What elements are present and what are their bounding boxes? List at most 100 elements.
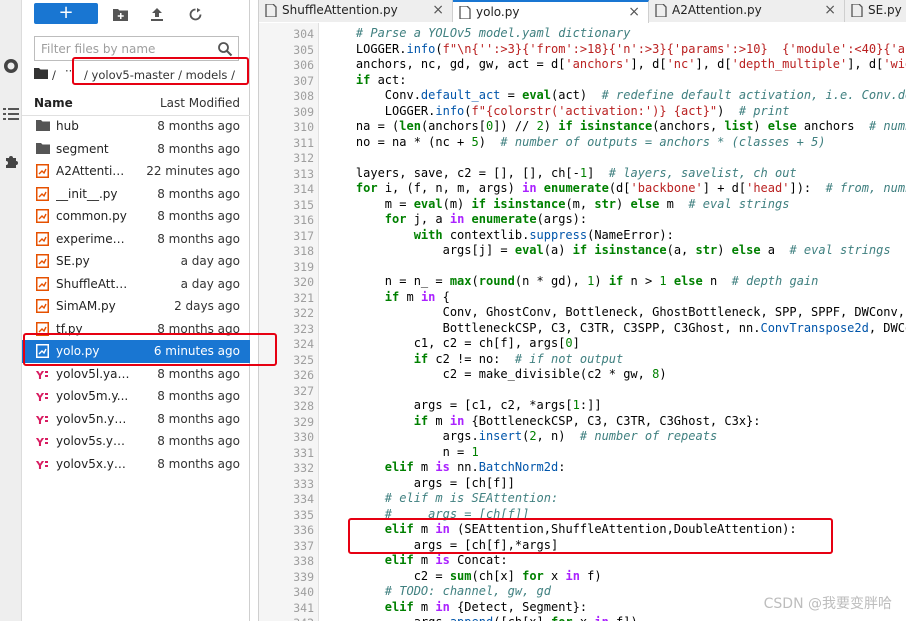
file-name: yolo.py (56, 344, 100, 358)
file-row[interactable]: segment 8 months ago (22, 138, 250, 161)
file-row[interactable]: ShuffleAtte... a day ago (22, 273, 250, 296)
last-modified-column-header[interactable]: Last Modified (160, 96, 240, 110)
new-launcher-button[interactable]: + (34, 3, 98, 24)
tab-label: A2Attention.py (672, 3, 762, 17)
file-tab-icon (459, 5, 471, 20)
file-row[interactable]: SimAM.py 2 days ago (22, 295, 250, 318)
file-row[interactable]: tf.py 8 months ago (22, 318, 250, 341)
file-modified: 8 months ago (157, 389, 240, 403)
close-icon[interactable]: × (628, 4, 640, 20)
file-modified: 8 months ago (157, 321, 240, 336)
line-number: 317 (293, 228, 314, 243)
code-line: if c2 != no: # if not output (327, 352, 624, 367)
line-number: 308 (293, 89, 314, 103)
editor-tab[interactable]: yolo.py × (453, 0, 649, 23)
file-row[interactable]: Yyolov5m.y... 8 months ago (22, 385, 250, 408)
file-row[interactable]: A2Attentio... 22 minutes ago (22, 160, 250, 183)
code-token: 5 (471, 134, 479, 149)
activity-bar (0, 0, 22, 621)
code-token: 1 (572, 398, 580, 412)
python-file-icon (36, 209, 50, 223)
file-row[interactable]: yolo.py 6 minutes ago (22, 340, 250, 363)
code-token: ] (587, 165, 609, 180)
code-token: info (406, 41, 436, 56)
code-token: anchors (796, 119, 869, 133)
code-token: for (384, 212, 407, 226)
file-row[interactable]: Yyolov5s.yaml 8 months ago (22, 430, 250, 453)
file-row[interactable]: hub 8 months ago (22, 115, 250, 138)
code-line: BottleneckCSP, C3, C3TR, C3SPP, C3Ghost,… (327, 321, 906, 336)
refresh-icon[interactable] (186, 5, 204, 23)
file-row[interactable]: Yyolov5l.yaml 8 months ago (22, 363, 250, 386)
name-column-header[interactable]: Name (34, 96, 73, 110)
code-token: len (399, 119, 421, 133)
code-token: 'head' (746, 181, 790, 195)
home-folder-icon[interactable] (34, 67, 48, 82)
code-token: ) (543, 119, 559, 133)
code-token: 'width_mu (883, 57, 906, 71)
file-name: ShuffleAtte... (56, 276, 130, 291)
editor-tab[interactable]: A2Attention.py × (649, 0, 845, 22)
line-number: 323 (293, 321, 314, 336)
code-line: na = (len(anchors[0]) // 2) if isinstanc… (327, 119, 906, 134)
editor-tab[interactable]: SE.py (845, 0, 906, 22)
upload-icon[interactable] (148, 5, 166, 23)
code-line: args = [ch[f],*args] (327, 538, 559, 553)
file-filter (34, 36, 239, 61)
search-icon[interactable] (217, 41, 233, 57)
file-row[interactable]: experimen... 8 months ago (22, 228, 250, 251)
extension-icon[interactable] (1, 152, 21, 172)
code-token: : (558, 460, 566, 474)
breadcrumb-ellipsis[interactable]: ·· (65, 64, 72, 78)
code-token: isinstance (594, 243, 667, 257)
tab-label: SE.py (868, 3, 902, 17)
code-token: LOGGER. (327, 103, 436, 118)
file-name: yolov5m.y... (56, 389, 129, 403)
svg-text:Y: Y (36, 436, 45, 448)
code-token: x (543, 568, 566, 583)
code-token: info (435, 103, 465, 118)
close-icon[interactable]: × (824, 2, 836, 18)
file-row[interactable]: __init__.py 8 months ago (22, 183, 250, 206)
file-list: hub 8 months ago segment 8 months ago A2Atte… (22, 115, 250, 475)
filter-files-input[interactable] (41, 40, 211, 58)
file-modified: 8 months ago (157, 119, 240, 133)
file-row[interactable]: Yyolov5x.yaml 8 months ago (22, 453, 250, 476)
folder-icon (36, 142, 50, 156)
code-token: x (573, 615, 595, 621)
code-token: c2 = (327, 568, 450, 583)
code-area[interactable]: # Parse a YOLOv5 model.yaml dictionary L… (321, 23, 906, 621)
editor-tab[interactable]: ShuffleAttention.py × (259, 0, 453, 22)
file-row[interactable]: SE.py a day ago (22, 250, 250, 273)
line-number: 324 (293, 337, 314, 351)
file-name: SimAM.py (56, 299, 116, 313)
file-row[interactable]: Yyolov5n.yaml 8 months ago (22, 408, 250, 431)
line-number: 304 (293, 27, 314, 41)
running-icon[interactable] (1, 56, 21, 76)
code-token: f) (579, 568, 602, 583)
breadcrumb: / ·· / yolov5-master / models / (34, 64, 246, 85)
code-token: # eval strings (688, 196, 790, 211)
code-token: i, (f, n, m, args) (377, 181, 523, 195)
close-icon[interactable]: × (432, 2, 444, 18)
yaml-file-icon: Y (35, 434, 50, 449)
new-folder-icon[interactable] (111, 5, 129, 23)
code-line: args = [c1, c2, *args[1:]] (327, 398, 602, 413)
line-number: 310 (293, 120, 314, 134)
code-token: m (413, 522, 436, 536)
file-row[interactable]: common.py 8 months ago (22, 205, 250, 228)
code-token: with (413, 227, 443, 242)
table-of-contents-icon[interactable] (1, 104, 21, 124)
breadcrumb-path[interactable]: / yolov5-master / models / (84, 68, 235, 82)
python-file-icon (36, 231, 50, 246)
code-token: if (572, 243, 588, 257)
breadcrumb-root[interactable]: / (52, 68, 56, 82)
file-name: common.py (56, 209, 127, 223)
file-name: yolov5l.yaml (56, 366, 130, 381)
